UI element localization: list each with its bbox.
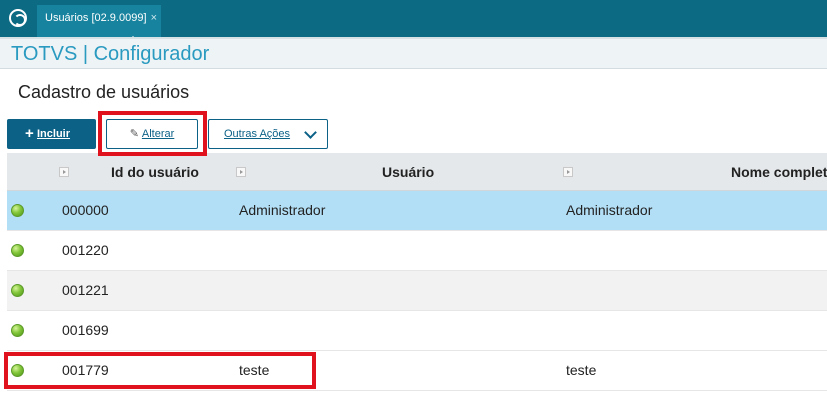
plus-icon: + [25, 125, 34, 142]
cell-id: 001221 [62, 282, 109, 298]
incluir-label: Incluir [37, 128, 71, 140]
table-header: Id do usuário Usuário Nome completo [7, 153, 827, 191]
cell-id: 001699 [62, 322, 109, 338]
status-active-icon [11, 244, 24, 257]
chevron-down-icon [304, 126, 317, 139]
top-bar: Usuários [02.9.0099] × [0, 0, 827, 42]
cell-usuario: Administrador [239, 202, 326, 218]
page-title: Cadastro de usuários [18, 82, 190, 102]
cell-nome: Administrador [566, 202, 653, 218]
totvs-logo-icon[interactable] [9, 9, 27, 27]
status-active-icon [11, 284, 24, 297]
column-menu-icon[interactable] [236, 167, 246, 177]
column-menu-icon[interactable] [563, 167, 573, 177]
table-row[interactable]: 000000 Administrador Administrador [7, 191, 827, 231]
status-active-icon [11, 324, 24, 337]
tab-label: Usuários [02.9.0099] [45, 12, 147, 24]
highlight-alterar-button [98, 111, 207, 156]
incluir-button[interactable]: + Incluir [7, 119, 96, 149]
table-row[interactable]: 001699 [7, 311, 827, 351]
highlight-row-001779 [4, 352, 316, 389]
column-menu-icon[interactable] [59, 167, 69, 177]
status-active-icon [11, 204, 24, 217]
cell-id: 001220 [62, 242, 109, 258]
column-header-nome[interactable]: Nome completo [731, 164, 827, 180]
outras-acoes-label: Outras Ações [224, 128, 291, 140]
app-header: TOTVS | Configurador [0, 37, 827, 69]
close-icon[interactable]: × [151, 5, 157, 31]
column-header-usuario[interactable]: Usuário [382, 164, 434, 180]
app-title: TOTVS | Configurador [11, 43, 210, 65]
tab-usuarios[interactable]: Usuários [02.9.0099] × [37, 5, 161, 42]
cell-id: 000000 [62, 202, 109, 218]
outras-acoes-button[interactable]: Outras Ações [208, 119, 328, 149]
table-row[interactable]: 001220 [7, 231, 827, 271]
cell-nome: teste [566, 362, 597, 378]
table-row[interactable]: 001221 [7, 271, 827, 311]
column-header-id[interactable]: Id do usuário [111, 164, 199, 180]
